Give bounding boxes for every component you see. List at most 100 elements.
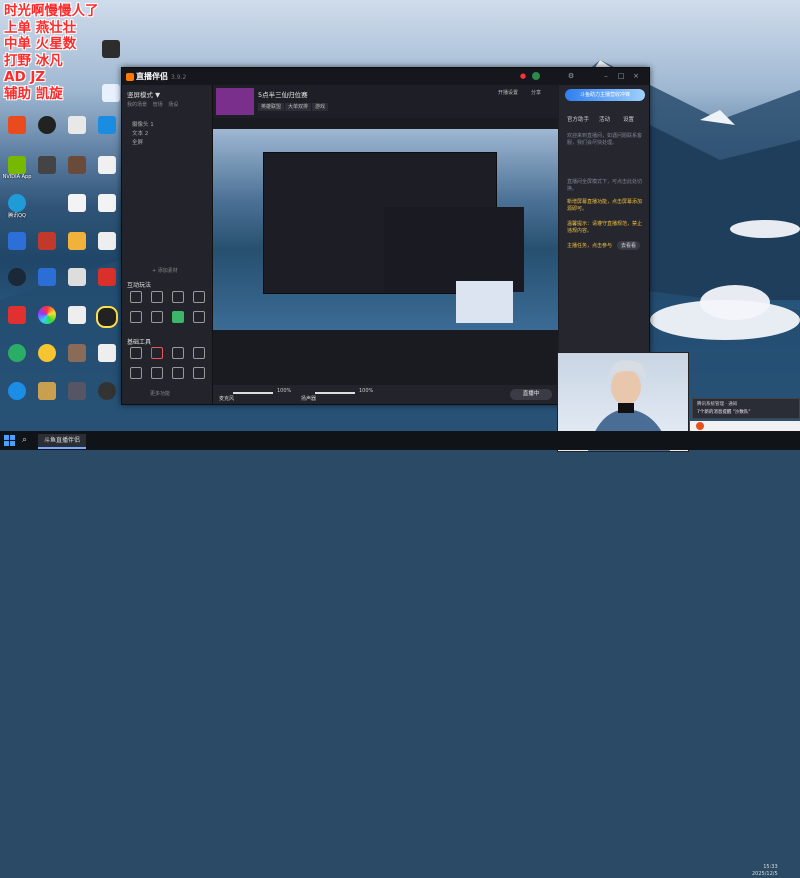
tool-red-packet[interactable] — [149, 291, 165, 303]
desktop-icon[interactable] — [92, 306, 122, 328]
desktop-icon[interactable] — [62, 156, 92, 174]
tool-watch[interactable] — [191, 311, 207, 323]
mic-volume-value: 100% — [277, 388, 292, 394]
desktop-icon[interactable] — [62, 194, 92, 212]
desktop-icon[interactable] — [32, 156, 62, 174]
settings-icon[interactable]: ⚙ — [567, 72, 575, 80]
mic-volume-slider[interactable] — [233, 392, 273, 394]
stream-tag[interactable]: 英雄联盟 — [258, 103, 285, 111]
add-source-button[interactable]: + 添加素材 — [152, 267, 178, 274]
desktop-icon[interactable] — [32, 116, 62, 134]
mode-selector[interactable]: 竖屏模式 ▼ — [127, 89, 160, 99]
desktop-icon[interactable] — [92, 232, 122, 250]
tool-link-mic[interactable] — [128, 311, 144, 323]
system-clock[interactable]: 15:33 2025/12/5 — [752, 864, 778, 878]
desktop-icon[interactable] — [32, 382, 62, 400]
tool-room[interactable] — [128, 347, 144, 359]
stream-title[interactable]: 5点半三仙归位赛 — [258, 89, 308, 99]
app-sidebar: 竖屏模式 ▼ 我的场景 管场 场设 摄像头 1 文本 2 全屏 + 添加素材 互… — [122, 85, 213, 404]
tab-settings[interactable]: 设置 — [623, 115, 634, 123]
nvidia-app-icon[interactable]: NVIDIA App — [2, 156, 32, 180]
desktop-icon[interactable] — [62, 268, 92, 286]
speaker-volume-slider[interactable] — [315, 392, 355, 394]
desktop-icon[interactable] — [32, 306, 62, 324]
desktop-icon[interactable] — [92, 116, 122, 134]
tool-data[interactable] — [170, 347, 186, 359]
desktop-icon[interactable] — [2, 116, 32, 134]
system-notification[interactable]: 腾讯系统管理 · 通知 7个新的消息提醒 "沙数队" — [692, 398, 800, 419]
main-stream-area: 5点半三仙归位赛 英雄联盟 大单双排 游戏 开播设置 分享 麦克风 100% 扬… — [213, 85, 558, 404]
tool-paid[interactable] — [191, 347, 207, 359]
ime-icon[interactable] — [696, 422, 704, 430]
search-icon[interactable]: ⌕ — [22, 435, 32, 445]
desktop-icon[interactable] — [62, 232, 92, 250]
tool-lucky-bag[interactable] — [128, 291, 144, 303]
record-icon[interactable]: ● — [519, 72, 527, 80]
tab-scene-manage[interactable]: 管场 — [153, 102, 163, 108]
avatar[interactable] — [532, 72, 540, 80]
tool-effects[interactable] — [170, 367, 186, 379]
cloud — [700, 285, 770, 320]
qq-icon[interactable]: 腾讯QQ — [2, 194, 32, 219]
more-tools-link[interactable]: 更多功能 — [150, 390, 170, 397]
taskbar-app-button[interactable]: 斗鱼直播伴侣 — [38, 434, 87, 449]
stream-cover-thumbnail[interactable] — [216, 88, 254, 115]
stream-preview[interactable] — [213, 129, 558, 330]
assistant-message: 新增屏幕直播功能，点击屏幕添加源即可。 — [567, 199, 643, 212]
tab-activities[interactable]: 活动 — [599, 115, 610, 123]
tab-official-assistant[interactable]: 官方助手 — [567, 115, 589, 123]
desktop-icon[interactable] — [32, 232, 62, 250]
stream-settings-link[interactable]: 开播设置 — [498, 89, 518, 96]
desktop-icon[interactable] — [96, 40, 126, 58]
remote-icon[interactable] — [2, 232, 32, 250]
windows-start-icon[interactable] — [4, 435, 15, 446]
tab-scene-settings[interactable]: 场设 — [168, 102, 178, 108]
tool-record[interactable] — [128, 367, 144, 379]
desktop-icon[interactable] — [62, 382, 92, 400]
go-live-button[interactable]: 直播中 — [510, 389, 552, 400]
nested-preview-capture — [384, 207, 524, 292]
cta-button[interactable]: 去看看 — [617, 241, 641, 250]
clock-time: 15:33 — [763, 864, 778, 870]
webcam-in-preview — [456, 281, 513, 323]
desktop-icon[interactable] — [62, 344, 92, 362]
scene-item[interactable]: 全屏 — [132, 138, 143, 146]
minimize-icon[interactable]: – — [602, 72, 610, 80]
desktop-icon[interactable] — [92, 344, 122, 362]
close-icon[interactable]: × — [632, 72, 640, 80]
tool-more[interactable] — [191, 367, 207, 379]
overlay-line: 辅助 凯旋 — [4, 85, 63, 102]
stream-tag[interactable]: 大单双排 — [285, 103, 312, 111]
tool-gift[interactable] — [170, 291, 186, 303]
app-logo: 直播伴侣 3.9.2 — [126, 71, 186, 82]
tool-vote[interactable] — [191, 291, 207, 303]
desktop-icon[interactable] — [32, 344, 62, 362]
desktop-icon[interactable] — [62, 306, 92, 324]
tab-my-scenes[interactable]: 我的场景 — [127, 102, 147, 108]
tool-pk[interactable] — [149, 311, 165, 323]
taskbar: ⌕ 斗鱼直播伴侣 15:33 2025/12/5 — [0, 431, 800, 877]
desktop-icon[interactable] — [92, 156, 122, 174]
clock-date: 2025/12/5 — [752, 871, 778, 877]
scene-item[interactable]: 摄像头 1 — [132, 120, 154, 128]
desktop-icon[interactable] — [92, 268, 122, 286]
desktop-icon[interactable] — [32, 268, 62, 286]
wegame-icon[interactable] — [2, 306, 32, 324]
stream-tag[interactable]: 游戏 — [312, 103, 329, 111]
maximize-icon[interactable]: □ — [617, 72, 625, 80]
desktop-icon[interactable] — [92, 382, 122, 400]
promo-banner[interactable]: 斗鱼助力主播营收冲锋 — [565, 89, 645, 101]
tool-tasks[interactable] — [149, 347, 165, 359]
assistant-message: 温馨提示：请遵守直播规范，禁止违规内容。 — [567, 221, 643, 234]
notification-body: 7个新的消息提醒 "沙数队" — [697, 410, 751, 415]
desktop-icon[interactable] — [62, 116, 92, 134]
edge-icon[interactable] — [2, 382, 32, 400]
desktop-icon[interactable] — [92, 194, 122, 212]
input-method-bar[interactable] — [690, 421, 800, 431]
tool-ability[interactable] — [170, 311, 186, 323]
steam-icon[interactable] — [2, 268, 32, 286]
wechat-icon[interactable] — [2, 344, 32, 362]
share-link[interactable]: 分享 — [531, 89, 541, 96]
scene-item[interactable]: 文本 2 — [132, 129, 148, 137]
tool-replay[interactable] — [149, 367, 165, 379]
